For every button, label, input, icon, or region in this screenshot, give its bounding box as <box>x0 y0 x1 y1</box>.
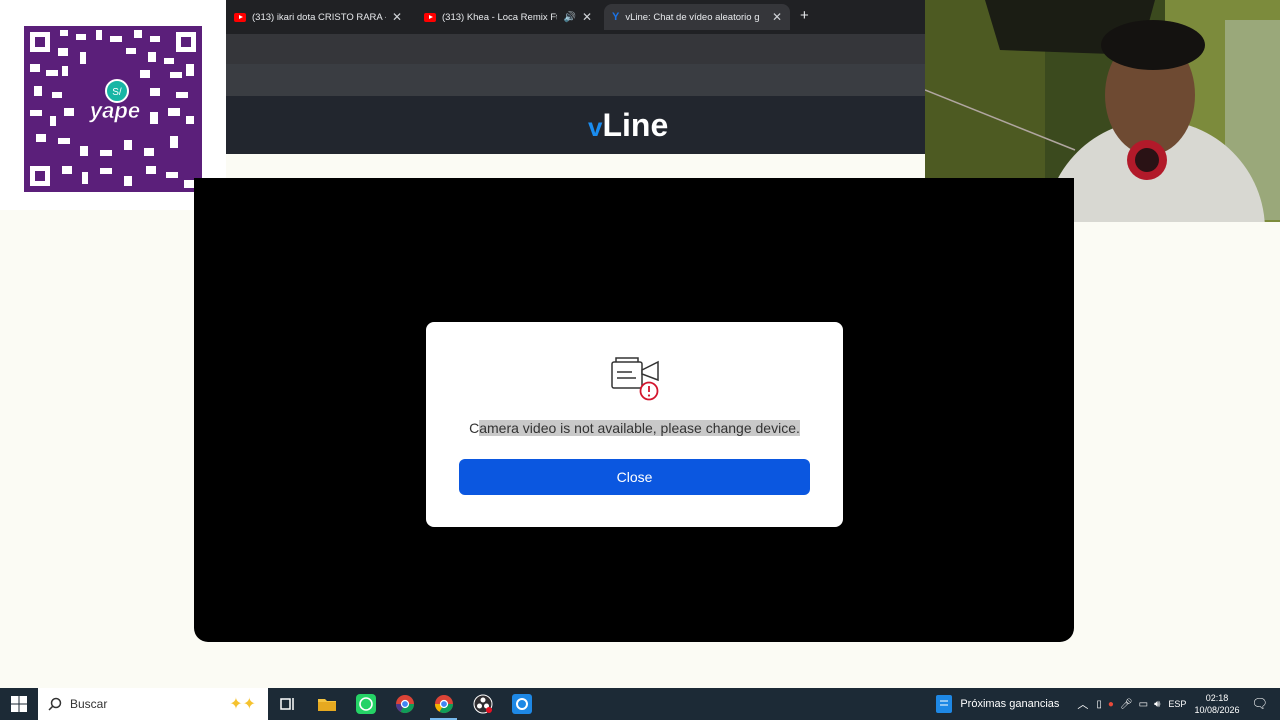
date: 10/08/2026 <box>1194 705 1240 715</box>
chevron-up-icon[interactable]: ︿ <box>1077 696 1088 712</box>
youtube-icon <box>424 12 436 22</box>
obs-icon <box>473 694 492 714</box>
volume-icon[interactable]: 🔊︎ <box>1154 699 1160 710</box>
browser-tab-1[interactable]: (313) ikari dota CRISTO RARA - ✕ <box>226 4 410 30</box>
browser-tab-strip: (313) ikari dota CRISTO RARA - ✕ (313) K… <box>226 0 925 34</box>
network-icon[interactable]: ▭ <box>1139 699 1148 710</box>
windows-icon <box>11 696 27 712</box>
search-placeholder: Buscar <box>70 697 108 711</box>
bookmarks-bar <box>226 64 925 96</box>
error-message: Camera video is not available, please ch… <box>426 420 843 436</box>
system-tray: Próximas ganancias ︿ ▯ ● 🎤︎ ▭ 🔊︎ ESP 02:… <box>936 688 1280 720</box>
scrollbar[interactable] <box>1268 222 1280 688</box>
close-icon[interactable]: ✕ <box>392 10 402 24</box>
tab-title: (313) Khea - Loca Remix Ft. <box>442 11 558 23</box>
task-view-icon <box>279 698 294 710</box>
close-button[interactable]: Close <box>459 459 810 495</box>
close-icon[interactable]: ✕ <box>772 10 782 24</box>
search-icon <box>48 697 62 711</box>
time: 02:18 <box>1205 693 1229 703</box>
obs-button[interactable] <box>463 688 502 720</box>
whatsapp-icon <box>355 694 376 714</box>
header-spacer <box>226 154 925 178</box>
chrome-icon <box>434 695 453 714</box>
message-first-char: C <box>469 420 480 436</box>
site-header: vLine <box>226 96 925 154</box>
browser-toolbar <box>226 34 925 65</box>
notifications-icon[interactable]: 🗨︎ <box>1251 696 1268 712</box>
qr-code-image: S/ yape <box>24 26 202 192</box>
language-indicator[interactable]: ESP <box>1168 699 1186 709</box>
whatsapp-button[interactable] <box>346 688 385 720</box>
start-button[interactable] <box>0 688 38 720</box>
tab-title: vLine: Chat de vídeo aleatorio g <box>625 11 760 23</box>
close-icon[interactable]: ✕ <box>582 10 592 24</box>
task-view-button[interactable] <box>268 688 307 720</box>
vline-icon: Y <box>612 11 620 23</box>
chrome-icon <box>395 695 414 714</box>
vline-logo[interactable]: vLine <box>588 107 668 144</box>
svg-text:yape: yape <box>89 98 140 123</box>
clock[interactable]: 02:18 10/08/2026 <box>1194 692 1239 716</box>
youtube-icon <box>234 12 246 22</box>
folder-icon <box>317 699 336 711</box>
browser-tab-3[interactable]: Y vLine: Chat de vídeo aleatorio g ✕ <box>604 4 790 30</box>
antivirus-icon[interactable]: ● <box>1108 699 1114 710</box>
camera-error-dialog: Camera video is not available, please ch… <box>426 322 843 527</box>
app-button[interactable] <box>502 688 541 720</box>
message-selected-text: amera video is not available, please cha… <box>479 420 800 436</box>
file-explorer-button[interactable] <box>307 688 346 720</box>
news-icon <box>936 695 953 713</box>
tab-title: (313) ikari dota CRISTO RARA - <box>252 11 386 23</box>
browser-tab-2[interactable]: (313) Khea - Loca Remix Ft. 🔊 ✕ <box>416 4 600 30</box>
news-label: Próximas ganancias <box>960 698 1060 710</box>
speaker-icon[interactable]: 🔊 <box>563 12 575 23</box>
taskbar: Buscar ✦✦ Próximas ganancias ︿ ▯ ● 🎤︎ ▭ … <box>0 688 1280 720</box>
microphone-icon[interactable]: 🎤︎ <box>1120 699 1133 710</box>
qr-code-overlay: S/ yape <box>0 0 226 210</box>
taskbar-search[interactable]: Buscar ✦✦ <box>38 688 268 720</box>
phone-icon[interactable]: ▯ <box>1096 699 1102 710</box>
camera-error-icon <box>611 357 659 401</box>
new-tab-icon[interactable]: + <box>800 7 809 24</box>
logo-mark: v <box>588 112 603 142</box>
logo-text: Line <box>602 107 669 143</box>
app-icon <box>511 694 532 714</box>
chrome-button[interactable] <box>424 688 463 720</box>
sparkle-icon: ✦✦ <box>229 696 256 713</box>
news-widget[interactable]: Próximas ganancias <box>936 695 1059 713</box>
svg-text:S/: S/ <box>112 87 122 98</box>
chrome-profile-button[interactable] <box>385 688 424 720</box>
